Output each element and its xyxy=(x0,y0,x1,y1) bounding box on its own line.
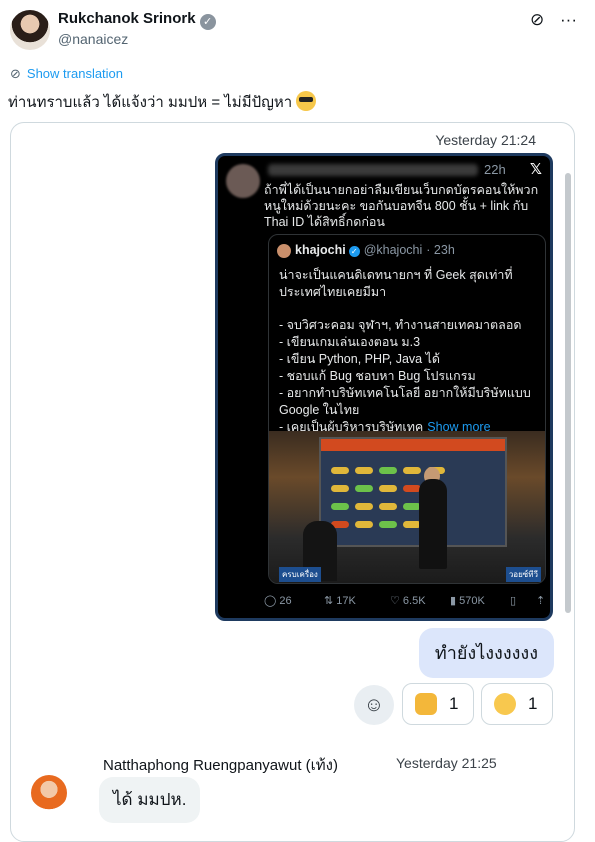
reaction-sweat-smile[interactable]: 1 xyxy=(481,683,553,725)
reply-count: 26 xyxy=(279,595,292,607)
tweet-stats: ◯ 26 ⇅ 17K ♡ 6.5K ▮ 570K ▯ ⇡ xyxy=(264,592,550,612)
heart-icon: ♡ xyxy=(390,595,403,607)
views-stat[interactable]: ▮ 570K xyxy=(450,594,485,607)
grok-icon[interactable]: ⊘ xyxy=(530,10,544,30)
add-reaction-icon[interactable]: ☺ xyxy=(354,685,394,725)
outgoing-message: ทำยังไงงงงงง xyxy=(418,628,554,678)
bookmark-icon[interactable]: ▯ xyxy=(510,594,516,607)
blurred-avatar xyxy=(226,164,260,198)
views-icon: ▮ xyxy=(450,595,460,607)
quoted-tweet[interactable]: khajochi ✓ @khajochi · 23h น่าจะเป็นแคนดิเด… xyxy=(268,234,546,584)
tweet-text: ท่านทราบแล้ว ได้แจ้งว่า มมปห = ไม่มีปัญห… xyxy=(8,90,317,114)
incoming-timestamp: Yesterday 21:25 xyxy=(396,755,497,771)
reply-stat[interactable]: ◯ 26 xyxy=(264,594,292,607)
retweet-icon: ⇅ xyxy=(324,595,337,607)
x-logo-icon: 𝕏 xyxy=(529,161,542,178)
author-avatar[interactable] xyxy=(10,10,50,50)
quoted-avatar xyxy=(277,244,291,258)
channel-logo: วอยซ์ทีวี xyxy=(505,567,541,582)
reply-icon: ◯ xyxy=(264,595,280,607)
board-row xyxy=(331,515,491,528)
reaction-count: 1 xyxy=(449,694,459,713)
share-icon[interactable]: ⇡ xyxy=(536,594,545,607)
incoming-message: ได้ มมปห. xyxy=(99,777,201,823)
quoted-time: · 23h xyxy=(426,243,455,257)
quoted-author: khajochi ✓ @khajochi · 23h xyxy=(295,243,455,257)
shared-tweet-screenshot[interactable]: 22h 𝕏 ถ้าพี่ได้เป็นนายกอย่าลืมเขียนเว็บก… xyxy=(215,153,553,621)
presentation-board xyxy=(319,437,507,547)
shared-tweet-time: 22h xyxy=(484,162,506,177)
quoted-line: ประเทศไทยเคยมีมา xyxy=(279,285,387,299)
author-name-text[interactable]: Rukchanok Srinork xyxy=(58,10,196,27)
show-translation-label[interactable]: Show translation xyxy=(27,66,123,81)
more-options-icon[interactable]: ··· xyxy=(560,10,577,30)
blurred-name xyxy=(268,164,478,176)
like-stat[interactable]: ♡ 6.5K xyxy=(390,594,426,607)
like-count: 6.5K xyxy=(402,595,426,607)
quoted-verified-icon: ✓ xyxy=(348,246,360,257)
author-handle[interactable]: @nanaicez xyxy=(58,31,128,47)
sender-avatar xyxy=(31,775,67,811)
tweet-header: Rukchanok Srinork ✓ @nanaicez ⊘ ··· xyxy=(8,6,588,52)
board-row xyxy=(331,479,491,492)
scrollbar[interactable] xyxy=(565,173,571,613)
retweet-count: 17K xyxy=(336,595,356,607)
quoted-tv-image[interactable]: ครบเครื่อง วอยซ์ทีวี xyxy=(269,431,545,583)
verified-badge-icon: ✓ xyxy=(199,14,216,30)
retweet-stat[interactable]: ⇅ 17K xyxy=(324,594,356,607)
views-count: 570K xyxy=(459,595,485,607)
quoted-handle: @khajochi xyxy=(363,243,423,257)
reaction-thumbs-up[interactable]: 1 xyxy=(402,683,474,725)
translate-icon: ⊘ xyxy=(10,66,21,81)
presenter xyxy=(419,479,447,569)
sweat-smile-emoji-icon xyxy=(494,693,516,715)
chat-screenshot-image[interactable]: Yesterday 21:24 22h 𝕏 ถ้าพี่ได้เป็นนายกอ… xyxy=(10,122,575,842)
board-row xyxy=(331,461,491,474)
sunglasses-emoji-icon xyxy=(296,91,317,111)
board-row xyxy=(331,497,491,510)
show-logo: ครบเครื่อง xyxy=(279,567,321,582)
quoted-name: khajochi xyxy=(295,243,346,257)
thumbs-up-emoji-icon xyxy=(415,693,437,715)
shared-tweet-text: ถ้าพี่ได้เป็นนายกอย่าลืมเขียนเว็บกดบัตรค… xyxy=(264,183,539,229)
tweet-text-content: ท่านทราบแล้ว ได้แจ้งว่า มมปห = ไม่มีปัญห… xyxy=(8,94,293,111)
show-translation-link[interactable]: ⊘ Show translation xyxy=(10,66,123,82)
board-header xyxy=(321,439,505,451)
chat-timestamp: Yesterday 21:24 xyxy=(435,132,536,148)
reaction-count: 1 xyxy=(528,694,538,713)
sender-name: Natthaphong Ruengpanyawut (เท้ง) xyxy=(103,757,338,774)
author-name[interactable]: Rukchanok Srinork ✓ xyxy=(58,10,216,30)
